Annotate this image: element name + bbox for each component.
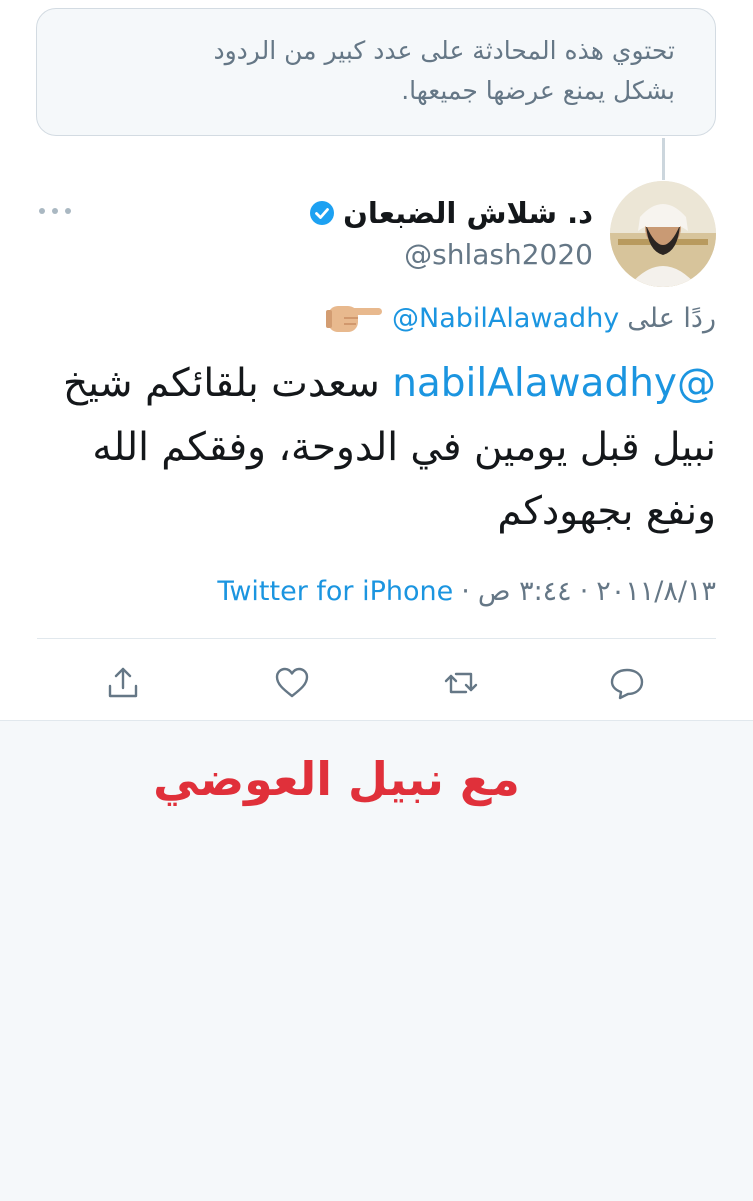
avatar[interactable] [610, 181, 716, 287]
reply-to-link[interactable]: @NabilAlawadhy [392, 303, 619, 334]
more-options-icon[interactable] [38, 204, 72, 218]
tweet-meta: ٢٠١١/٨/١٣ · ٣:٤٤ ص · Twitter for iPhone [217, 576, 716, 607]
conversation-notice[interactable]: تحتوي هذه المحادثة على عدد كبير من الردو… [36, 8, 716, 136]
author-handle[interactable]: @shlash2020 [404, 238, 593, 271]
notice-line-1: تحتوي هذه المحادثة على عدد كبير من الردو… [213, 36, 675, 65]
verified-badge-icon [310, 201, 335, 225]
replying-to: ردًا على @NabilAlawadhy [322, 298, 716, 338]
thread-connector [662, 138, 665, 180]
reply-prefix: ردًا على [627, 302, 716, 334]
tweet-date: ٢٠١١/٨/١٣ [596, 576, 716, 607]
display-name: د. شلاش الضبعان [343, 196, 593, 230]
profile-photo-icon [610, 181, 716, 287]
meta-separator: · [579, 576, 589, 607]
tweet-text: @nabilAlawadhy سعدت بلقائكم شيخ نبيل قبل… [40, 352, 716, 544]
notice-line-2: بشكل يمنع عرضها جميعها. [401, 76, 675, 105]
tweet-mention[interactable]: @nabilAlawadhy [392, 361, 716, 406]
tweet-source[interactable]: Twitter for iPhone [217, 576, 453, 607]
meta-separator: · [461, 576, 470, 607]
like-button[interactable] [271, 662, 313, 704]
caption-overlay: مع نبيل العوضي [153, 752, 520, 806]
divider [37, 638, 716, 639]
retweet-icon [444, 672, 478, 694]
tweet-line-1-text: سعدت بلقائكم شيخ [62, 361, 393, 406]
tweet-line-2: نبيل قبل يومين في الدوحة، وفقكم الله [92, 425, 716, 470]
author-name-row[interactable]: د. شلاش الضبعان [309, 196, 593, 230]
comment-icon [610, 668, 644, 700]
tweet-time: ٣:٤٤ ص [477, 576, 572, 607]
tweet-area: تحتوي هذه المحادثة على عدد كبير من الردو… [0, 0, 753, 720]
share-icon [108, 667, 138, 698]
reply-button[interactable] [606, 662, 648, 704]
retweet-button[interactable] [440, 662, 482, 704]
heart-icon [275, 667, 309, 698]
tweet-line-3: ونفع بجهودكم [497, 489, 716, 534]
tweet-line-1: @nabilAlawadhy سعدت بلقائكم شيخ [40, 352, 716, 416]
share-button[interactable] [102, 662, 144, 704]
pointing-right-hand-icon [326, 306, 383, 332]
